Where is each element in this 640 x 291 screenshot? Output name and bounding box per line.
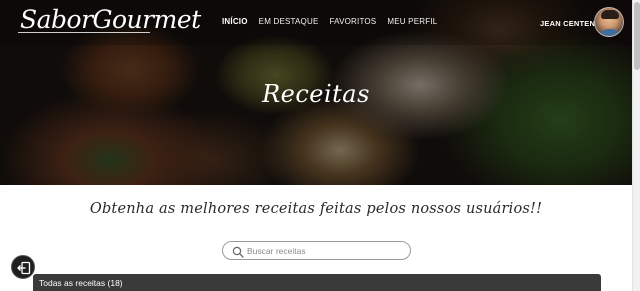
tagline: Obtenha as melhores receitas feitas pelo… [89,201,543,217]
search-input[interactable] [247,243,407,258]
avatar-hair [601,10,619,19]
recipes-list-header[interactable]: Todas as receitas (18) [33,274,601,291]
scrollbar-thumb[interactable] [634,2,640,70]
page-title: Receitas [262,80,370,108]
logout-button[interactable] [11,255,35,279]
scrollbar[interactable] [632,0,640,291]
avatar[interactable] [594,7,624,37]
nav-item-meu-perfil[interactable]: MEU PERFIL [387,16,437,30]
search-bar[interactable] [222,241,411,260]
nav-item-favoritos[interactable]: FAVORITOS [330,16,377,30]
main-menu: INÍCIO EM DESTAQUE FAVORITOS MEU PERFIL [222,16,448,30]
nav-item-inicio[interactable]: INÍCIO [222,16,248,30]
logo-underline [18,32,150,33]
user-name[interactable]: JEAN CENTENO [540,19,601,28]
recipes-count-label: Todas as receitas (18) [39,278,123,288]
nav-item-em-destaque[interactable]: EM DESTAQUE [259,16,319,30]
avatar-body [599,29,621,36]
search-icon [232,245,244,258]
top-navbar: SaborGourmet INÍCIO EM DESTAQUE FAVORITO… [0,0,632,45]
